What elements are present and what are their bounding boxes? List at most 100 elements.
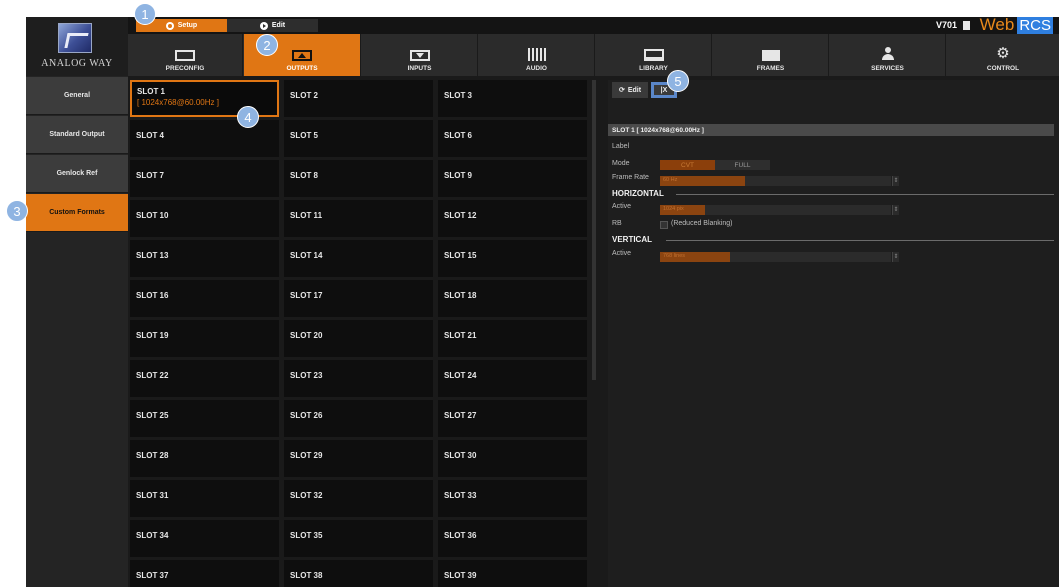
slot-37[interactable]: SLOT 37 (130, 560, 279, 587)
mode-full-option[interactable]: FULL (715, 160, 770, 170)
slot-3[interactable]: SLOT 3 (438, 80, 587, 117)
brand-web: Web (979, 17, 1015, 34)
slot-4[interactable]: SLOT 4 (130, 120, 279, 157)
mode-label: Mode (612, 160, 630, 167)
gears-icon: ⚙ (996, 45, 1010, 62)
slot-38[interactable]: SLOT 38 (284, 560, 433, 587)
slot-8[interactable]: SLOT 8 (284, 160, 433, 197)
tab-audio[interactable]: AUDIO (479, 34, 595, 76)
menu-item-genlock-ref[interactable]: Genlock Ref (26, 155, 128, 193)
slot-25[interactable]: SLOT 25 (130, 400, 279, 437)
slot-name: SLOT 36 (444, 531, 477, 540)
menu-item-general[interactable]: General (26, 77, 128, 115)
v-active-slider[interactable]: 768 lines (660, 252, 891, 262)
slot-name: SLOT 31 (136, 491, 169, 500)
slot-23[interactable]: SLOT 23 (284, 360, 433, 397)
slot-36[interactable]: SLOT 36 (438, 520, 587, 557)
tab-frames[interactable]: FRAMES (713, 34, 829, 76)
library-icon (643, 49, 664, 61)
panel-edit-label: Edit (627, 86, 642, 94)
slot-5[interactable]: SLOT 5 (284, 120, 433, 157)
tab-services[interactable]: SERVICES (830, 34, 946, 76)
slot-32[interactable]: SLOT 32 (284, 480, 433, 517)
tab-inputs[interactable]: INPUTS (362, 34, 478, 76)
slot-15[interactable]: SLOT 15 (438, 240, 587, 277)
slot-19[interactable]: SLOT 19 (130, 320, 279, 357)
slot-20[interactable]: SLOT 20 (284, 320, 433, 357)
slot-18[interactable]: SLOT 18 (438, 280, 587, 317)
slot-9[interactable]: SLOT 9 (438, 160, 587, 197)
slot-7[interactable]: SLOT 7 (130, 160, 279, 197)
slot-name: SLOT 20 (290, 331, 323, 340)
slot-name: SLOT 34 (136, 531, 169, 540)
refresh-icon: ⟳ (618, 87, 625, 94)
slot-17[interactable]: SLOT 17 (284, 280, 433, 317)
save-icon[interactable] (963, 21, 970, 30)
menu-item-standard-output[interactable]: Standard Output (26, 116, 128, 154)
slot-name: SLOT 28 (136, 451, 169, 460)
tab-preconfig[interactable]: PRECONFIG (128, 34, 243, 76)
slot-31[interactable]: SLOT 31 (130, 480, 279, 517)
callout-3: 3 (6, 200, 28, 222)
h-active-slider[interactable]: 1024 pix (660, 205, 891, 215)
webrcs-app: ANALOG WAY Setup Edit V701 Web RCS PRECO… (26, 17, 1059, 587)
slot-16[interactable]: SLOT 16 (130, 280, 279, 317)
tab-control[interactable]: ⚙ CONTROL (947, 34, 1059, 76)
slot-22[interactable]: SLOT 22 (130, 360, 279, 397)
slot-27[interactable]: SLOT 27 (438, 400, 587, 437)
slot-28[interactable]: SLOT 28 (130, 440, 279, 477)
slot-settings-panel: ⟳ Edit |X SLOT 1 [ 1024x768@60.00Hz ] La… (608, 80, 1059, 587)
edit-mode-button[interactable]: Edit (227, 19, 318, 32)
left-menu: General Standard Output Genlock Ref Cust… (26, 76, 128, 587)
slot-name: SLOT 6 (444, 131, 473, 140)
v-active-spinner[interactable]: ⇕ (892, 252, 899, 262)
panel-header: SLOT 1 [ 1024x768@60.00Hz ] (608, 124, 1054, 136)
panel-edit-button[interactable]: ⟳ Edit (612, 82, 648, 98)
slot-name: SLOT 7 (136, 171, 165, 180)
slot-name: SLOT 30 (444, 451, 477, 460)
slot-33[interactable]: SLOT 33 (438, 480, 587, 517)
h-active-spinner[interactable]: ⇕ (892, 205, 899, 215)
input-screen-icon (409, 50, 430, 61)
slot-39[interactable]: SLOT 39 (438, 560, 587, 587)
slot-10[interactable]: SLOT 10 (130, 200, 279, 237)
gear-icon (165, 21, 174, 30)
slot-name: SLOT 12 (444, 211, 477, 220)
slot-name: SLOT 19 (136, 331, 169, 340)
frame-rate-slider[interactable]: 60 Hz (660, 176, 891, 186)
mode-cvt-option[interactable]: CVT (660, 160, 715, 170)
menu-item-custom-formats[interactable]: Custom Formats (26, 194, 128, 232)
slot-34[interactable]: SLOT 34 (130, 520, 279, 557)
slots-grid: SLOT 1 [ 1024x768@60.00Hz ] SLOT 2 SLOT 3… (130, 80, 590, 587)
slot-name: SLOT 38 (290, 571, 323, 580)
frame-rate-spinner[interactable]: ⇕ (892, 176, 899, 186)
slot-name: SLOT 17 (290, 291, 323, 300)
audio-bars-icon (527, 48, 546, 61)
slot-name: SLOT 8 (290, 171, 319, 180)
tab-library[interactable]: LIBRARY (596, 34, 712, 76)
person-icon (881, 47, 894, 61)
rb-checkbox[interactable] (660, 221, 668, 229)
slot-14[interactable]: SLOT 14 (284, 240, 433, 277)
rb-description: (Reduced Blanking) (671, 220, 733, 227)
slot-2[interactable]: SLOT 2 (284, 80, 433, 117)
slot-35[interactable]: SLOT 35 (284, 520, 433, 557)
slot-26[interactable]: SLOT 26 (284, 400, 433, 437)
label-field-label: Label (612, 143, 630, 150)
slot-12[interactable]: SLOT 12 (438, 200, 587, 237)
slot-11[interactable]: SLOT 11 (284, 200, 433, 237)
slot-name: SLOT 9 (444, 171, 473, 180)
slot-24[interactable]: SLOT 24 (438, 360, 587, 397)
logo-text: ANALOG WAY (41, 58, 113, 69)
play-icon (259, 21, 268, 30)
callout-1: 1 (134, 3, 156, 25)
slot-29[interactable]: SLOT 29 (284, 440, 433, 477)
slot-21[interactable]: SLOT 21 (438, 320, 587, 357)
analog-way-logo-icon (58, 23, 92, 53)
slot-name: SLOT 25 (136, 411, 169, 420)
slots-scrollbar[interactable] (592, 80, 596, 380)
slot-6[interactable]: SLOT 6 (438, 120, 587, 157)
slot-13[interactable]: SLOT 13 (130, 240, 279, 277)
slot-30[interactable]: SLOT 30 (438, 440, 587, 477)
slot-name: SLOT 16 (136, 291, 169, 300)
